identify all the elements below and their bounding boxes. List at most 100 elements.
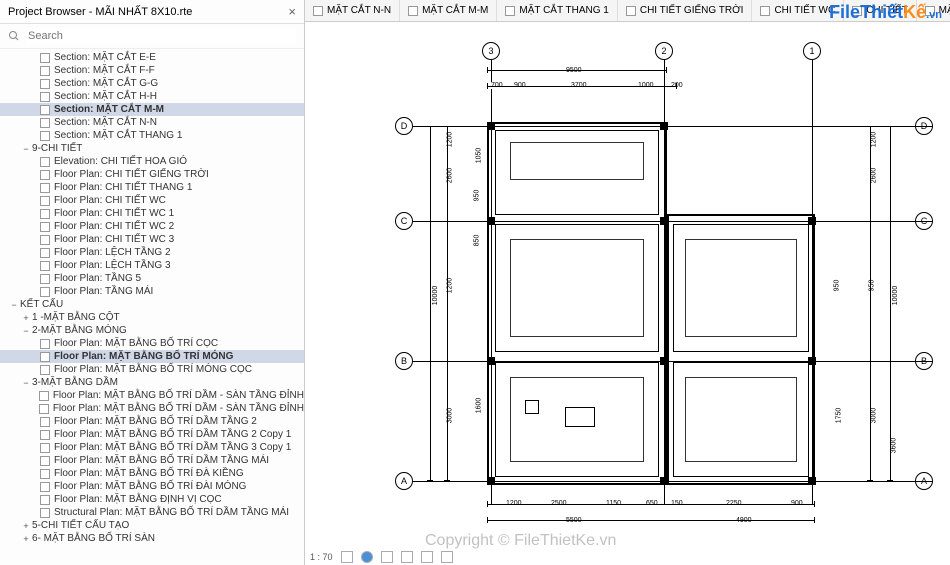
status-control[interactable]: [381, 551, 393, 563]
tree-item[interactable]: Floor Plan: MẶT BẰNG BỐ TRÍ ĐÀI MÓNG: [0, 480, 304, 493]
column: [487, 477, 495, 485]
fixture-icon: [525, 400, 539, 414]
column: [660, 477, 668, 485]
project-browser-panel: Project Browser - MÃI NHẤT 8X10.rte × Se…: [0, 0, 305, 565]
grid-bubble-C-l: C: [395, 212, 413, 230]
tree-item[interactable]: Elevation: CHI TIẾT HOA GIÓ: [0, 155, 304, 168]
tree-item[interactable]: Floor Plan: MẶT BẰNG BỐ TRÍ DẦM - SÀN TẦ…: [0, 389, 304, 402]
tree-group-ketcau[interactable]: −KẾT CẤU: [0, 298, 304, 311]
column: [808, 477, 816, 485]
scale-label[interactable]: 1 : 70: [310, 552, 333, 562]
dim-line: [487, 70, 667, 71]
project-tree[interactable]: Section: MẶT CẮT E-ESection: MẶT CẮT F-F…: [0, 49, 304, 565]
tree-item[interactable]: Floor Plan: MẶT BẰNG BỐ TRÍ ĐÀ KIỀNG: [0, 467, 304, 480]
dim-line: [430, 126, 431, 481]
tree-item[interactable]: Floor Plan: LỆCH TẦNG 2: [0, 246, 304, 259]
column: [808, 217, 816, 225]
grid-bubble-1: 1: [803, 42, 821, 60]
view-tab[interactable]: MẶT CẮT M-M: [400, 0, 497, 21]
plan-room-inner: [510, 142, 644, 180]
dim-text: 3000: [870, 407, 877, 425]
dim-text: 2600: [870, 167, 877, 185]
status-control[interactable]: [341, 551, 353, 563]
view-tab[interactable]: MẶT CẮT N-N: [305, 0, 400, 21]
column: [660, 122, 668, 130]
status-control[interactable]: [421, 551, 433, 563]
tree-item[interactable]: Floor Plan: MẶT BẰNG BỐ TRÍ CỌC: [0, 337, 304, 350]
tree-sub-ctct[interactable]: +5-CHI TIẾT CẤU TẠO: [0, 519, 304, 532]
tree-item[interactable]: Floor Plan: TẦNG 5: [0, 272, 304, 285]
tree-item[interactable]: Floor Plan: MẶT BẰNG BỐ TRÍ DẦM TẦNG 3 C…: [0, 441, 304, 454]
status-control[interactable]: [361, 551, 373, 563]
tree-item[interactable]: Floor Plan: CHI TIẾT GIẾNG TRỜI: [0, 168, 304, 181]
grid-bubble-2: 2: [655, 42, 673, 60]
search-box[interactable]: [0, 24, 304, 49]
tree-item[interactable]: Section: MẶT CẮT F-F: [0, 64, 304, 77]
tree-item[interactable]: Section: MẶT CẮT M-M: [0, 103, 304, 116]
tree-sub-mbs[interactable]: +6- MẶT BẰNG BỐ TRÍ SÀN: [0, 532, 304, 545]
column: [660, 217, 668, 225]
status-control[interactable]: [401, 551, 413, 563]
tree-item[interactable]: Structural Plan: MẶT BẰNG BỐ TRÍ DẦM TẦN…: [0, 506, 304, 519]
column: [487, 217, 495, 225]
panel-header: Project Browser - MÃI NHẤT 8X10.rte ×: [0, 0, 304, 24]
tree-sub-mbdam[interactable]: −3-MẶT BẰNG DẦM: [0, 376, 304, 389]
tree-item[interactable]: Floor Plan: MẶT BẰNG BỐ TRÍ DẦM TẦNG 2: [0, 415, 304, 428]
grid-bubble-D-l: D: [395, 117, 413, 135]
dim-text: 1050: [475, 147, 482, 165]
dim-text: 10000: [432, 285, 439, 306]
dim-line: [870, 126, 871, 481]
fixture-icon: [565, 407, 595, 427]
tree-item[interactable]: Floor Plan: MẶT BẰNG BỐ TRÍ DẦM TẦNG 2 C…: [0, 428, 304, 441]
column: [660, 357, 668, 365]
tree-item[interactable]: Section: MẶT CẮT E-E: [0, 51, 304, 64]
plan-room-inner: [685, 239, 797, 337]
plan-room-inner: [685, 377, 797, 462]
tree-item[interactable]: Floor Plan: CHI TIẾT WC 1: [0, 207, 304, 220]
dim-text: 850: [473, 234, 480, 248]
dim-text: 1600: [475, 397, 482, 415]
tree-item[interactable]: Floor Plan: CHI TIẾT WC 2: [0, 220, 304, 233]
tree-item[interactable]: Floor Plan: MẶT BẰNG BỐ TRÍ DẦM TẦNG MÁI: [0, 454, 304, 467]
view-tab[interactable]: CHI TIẾT GIẾNG TRỜI: [618, 0, 753, 21]
column: [808, 357, 816, 365]
tree-item[interactable]: Section: MẶT CẮT N-N: [0, 116, 304, 129]
close-icon[interactable]: ×: [288, 4, 296, 19]
tree-item[interactable]: Floor Plan: CHI TIẾT THANG 1: [0, 181, 304, 194]
tree-item[interactable]: Floor Plan: MẶT BẰNG BỐ TRÍ MÓNG: [0, 350, 304, 363]
view-tab[interactable]: MẶT CẮT THANG 1: [497, 0, 617, 21]
tree-sub-mbcot[interactable]: +1 -MẶT BẰNG CỘT: [0, 311, 304, 324]
tree-sub-mbmong[interactable]: −2-MẶT BẰNG MÓNG: [0, 324, 304, 337]
dim-line: [487, 520, 815, 521]
main-area: MẶT CẮT N-NMẶT CẮT M-MMẶT CẮT THANG 1CHI…: [305, 0, 950, 565]
drawing-canvas[interactable]: 3 2 1 D C B A D C B A: [305, 22, 950, 565]
tree-item[interactable]: Floor Plan: MẶT BẰNG BỐ TRÍ MÓNG CỌC: [0, 363, 304, 376]
tree-item[interactable]: Floor Plan: MẶT BẰNG BỐ TRÍ DẦM - SÀN TẦ…: [0, 402, 304, 415]
panel-title: Project Browser - MÃI NHẤT 8X10.rte: [8, 6, 192, 18]
tree-item[interactable]: Section: MẶT CẮT H-H: [0, 90, 304, 103]
grid-bubble-B-l: B: [395, 352, 413, 370]
dim-text: 3600: [890, 437, 897, 455]
dim-text: 1750: [835, 407, 842, 425]
plan-room-inner: [510, 239, 644, 337]
tree-item[interactable]: Floor Plan: CHI TIẾT WC: [0, 194, 304, 207]
dim-line: [447, 126, 448, 481]
search-input[interactable]: [26, 28, 296, 44]
tree-item[interactable]: Floor Plan: CHI TIẾT WC 3: [0, 233, 304, 246]
tree-item[interactable]: Section: MẶT CẮT G-G: [0, 77, 304, 90]
status-control[interactable]: [441, 551, 453, 563]
tree-item[interactable]: Section: MẶT CẮT THANG 1: [0, 129, 304, 142]
status-bar: 1 : 70: [310, 551, 453, 563]
tree-group-chitiet[interactable]: −9-CHI TIẾT: [0, 142, 304, 155]
tree-item[interactable]: Floor Plan: TẦNG MÁI: [0, 285, 304, 298]
dim-line: [487, 86, 677, 87]
dim-text: 10000: [892, 285, 899, 306]
search-icon: [8, 30, 20, 42]
dim-line: [487, 504, 815, 505]
dim-line: [890, 126, 891, 481]
tree-item[interactable]: Floor Plan: MẶT BẰNG ĐỊNH VỊ CỌC: [0, 493, 304, 506]
column: [487, 357, 495, 365]
tree-item[interactable]: Floor Plan: LỆCH TẦNG 3: [0, 259, 304, 272]
grid-bubble-A-l: A: [395, 472, 413, 490]
grid-bubble-3: 3: [482, 42, 500, 60]
